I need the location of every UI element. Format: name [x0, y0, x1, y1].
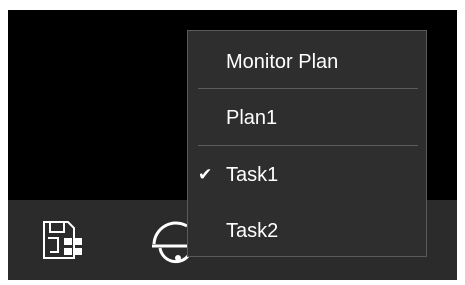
storage-grid-icon[interactable] — [38, 218, 92, 264]
menu-item-label: Plan1 — [226, 107, 278, 129]
checkmark-icon: ✔ — [198, 165, 213, 185]
menu-item-label: Task2 — [226, 220, 279, 242]
menu-header: Monitor Plan — [188, 42, 426, 82]
menu-separator — [198, 88, 418, 89]
menu-separator — [198, 145, 418, 146]
menu-item-plan1[interactable]: Plan1 — [188, 98, 426, 138]
menu-header-label: Monitor Plan — [226, 51, 339, 73]
menu-item-label: Task1 — [226, 164, 279, 186]
menu-item-task1[interactable]: ✔ Task1 — [188, 155, 426, 195]
monitor-plan-menu: Monitor Plan Plan1 ✔ Task1 Task2 — [187, 30, 427, 257]
menu-item-task2[interactable]: Task2 — [188, 211, 426, 251]
